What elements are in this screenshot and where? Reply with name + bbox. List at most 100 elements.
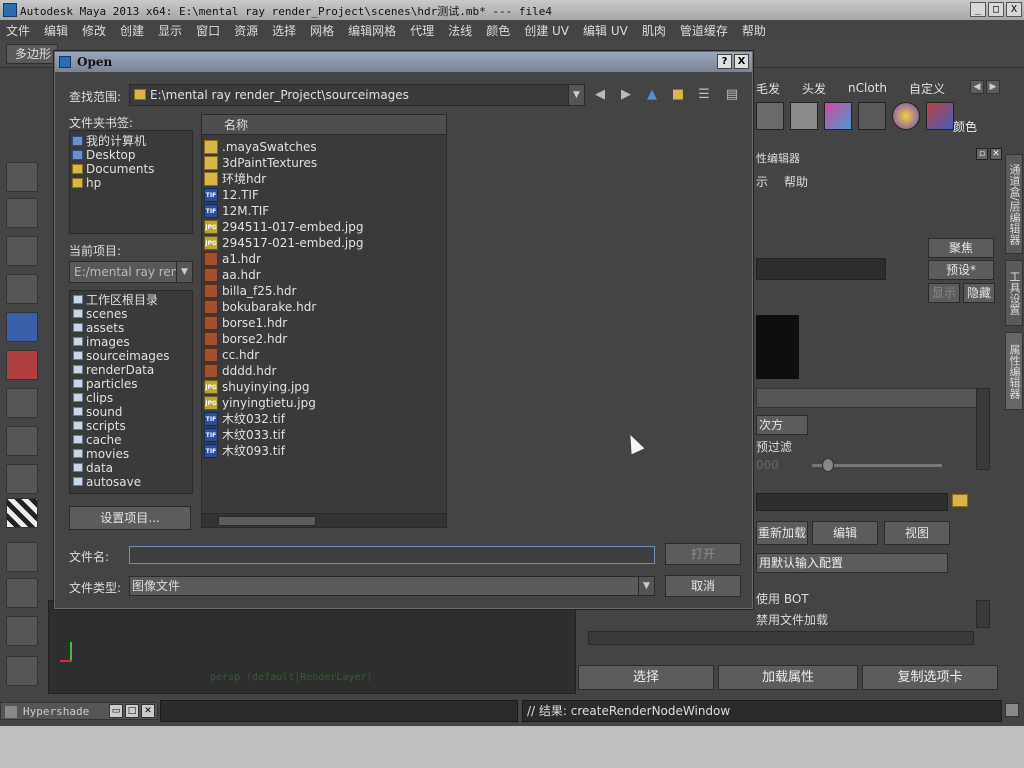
project-dir-item[interactable]: movies [72,447,129,461]
menu-edit[interactable]: 编辑 [44,22,68,39]
lasso-tool-icon[interactable] [6,198,38,228]
filter-slider-thumb[interactable] [822,458,834,472]
chevron-down-icon[interactable]: ▼ [568,85,584,105]
single-view-layout-icon[interactable] [6,542,38,572]
project-dir-item[interactable]: clips [72,391,113,405]
attribute-hscrollbar[interactable] [588,631,974,645]
color-profile-select[interactable]: 用默认输入配置 [756,553,948,573]
file-list-hscrollbar[interactable] [202,513,446,527]
file-row[interactable]: bokubarake.hdr [204,299,316,315]
four-view-layout-icon[interactable] [6,578,38,608]
project-dir-item[interactable]: images [72,335,130,349]
maximize-button[interactable]: □ [988,2,1004,17]
filter-type-select[interactable]: 次方 [756,415,808,435]
file-row[interactable]: 环境hdr [204,171,266,187]
menu-modify[interactable]: 修改 [82,22,106,39]
tab-channel-box[interactable]: 通道盒/层编辑器 [1005,154,1023,254]
hypershade-restore-icon[interactable]: ▭ [109,704,123,718]
shelf-render-delete-icon[interactable] [858,102,886,130]
hypershade-minimized-window[interactable]: Hypershade ▭ □ ✕ [0,702,158,720]
paint-select-tool-icon[interactable] [6,236,38,266]
dialog-close-button[interactable]: X [734,54,749,69]
file-row[interactable]: borse1.hdr [204,315,287,331]
shelf-shader-icon[interactable] [824,102,852,130]
project-dir-item[interactable]: scripts [72,419,126,433]
menu-select[interactable]: 选择 [272,22,296,39]
bookmark-desktop[interactable]: Desktop [72,148,136,162]
tab-attribute-editor[interactable]: 属性编辑器 [1005,332,1023,410]
scale-tool-icon[interactable] [6,350,38,380]
project-dir-item[interactable]: particles [72,377,138,391]
project-dir-item[interactable]: autosave [72,475,141,489]
bookmark-hp[interactable]: hp [72,176,101,190]
menu-edit-mesh[interactable]: 编辑网格 [348,22,396,39]
copy-tab-button[interactable]: 复制选项卡 [862,665,998,690]
disable-file-load-label[interactable]: 禁用文件加载 [756,611,828,628]
load-attributes-button[interactable]: 加载属性 [718,665,858,690]
project-dir-item[interactable]: 工作区根目录 [72,293,158,307]
file-row[interactable]: TIF 12M.TIF [204,203,269,219]
hide-button[interactable]: 隐藏 [963,283,995,303]
project-dir-item[interactable]: cache [72,433,122,447]
show-manipulator-icon[interactable] [6,464,38,494]
file-type-select[interactable]: 图像文件 ▼ [129,576,655,596]
use-bot-label[interactable]: 使用 BOT [756,590,809,607]
menu-pipeline-cache[interactable]: 管道缓存 [680,22,728,39]
file-name-input[interactable] [129,546,655,564]
menu-create[interactable]: 创建 [120,22,144,39]
minimize-button[interactable]: _ [970,2,986,17]
scrollbar-thumb[interactable] [218,516,316,526]
menu-mesh[interactable]: 网格 [310,22,334,39]
dialog-title-bar[interactable]: Open ? X [55,52,752,72]
file-row[interactable]: JPG 294511-017-embed.jpg [204,219,363,235]
menu-assets[interactable]: 资源 [234,22,258,39]
list-view-icon[interactable]: ☰ [695,86,713,104]
attribute-vscrollbar-lower[interactable] [976,600,990,628]
detail-view-icon[interactable]: ▤ [723,86,741,104]
dialog-help-button[interactable]: ? [717,54,732,69]
menu-window[interactable]: 窗口 [196,22,220,39]
presets-button[interactable]: 预设* [928,260,994,280]
attribute-vscrollbar[interactable] [976,388,990,470]
reload-button[interactable]: 重新加载 [756,521,808,545]
shelf-checklist-icon[interactable] [790,102,818,130]
chevron-down-icon[interactable]: ▼ [638,577,654,595]
forward-arrow-icon[interactable]: ▶ [617,86,635,104]
project-dir-item[interactable]: assets [72,321,124,335]
file-row[interactable]: dddd.hdr [204,363,276,379]
universal-manipulator-icon[interactable] [6,388,38,418]
soft-mod-tool-icon[interactable] [6,426,38,456]
menu-proxy[interactable]: 代理 [410,22,434,39]
shelf-tab-hair[interactable]: 头发 [802,80,826,97]
select-button[interactable]: 选择 [578,665,714,690]
move-tool-icon[interactable] [6,274,38,304]
back-arrow-icon[interactable]: ◀ [591,86,609,104]
command-input[interactable] [160,700,518,722]
attr-menu-help[interactable]: 帮助 [784,173,808,190]
parent-directory-icon[interactable]: ▲ [643,86,661,104]
view-button[interactable]: 视图 [884,521,950,545]
file-row[interactable]: TIF 木纹032.tif [204,411,285,427]
shelf-sphere-icon[interactable] [892,102,920,130]
bookmark-documents[interactable]: Documents [72,162,154,176]
attr-close-icon[interactable]: ✕ [990,148,1002,160]
hypershade-close-icon[interactable]: ✕ [141,704,155,718]
show-button[interactable]: 显示 [928,283,960,303]
menu-normals[interactable]: 法线 [448,22,472,39]
shelf-tab-ncloth[interactable]: nCloth [848,81,887,95]
new-folder-icon[interactable]: ■ [669,86,687,104]
menu-color[interactable]: 颜色 [486,22,510,39]
menu-muscle[interactable]: 肌肉 [642,22,666,39]
select-tool-icon[interactable] [6,162,38,192]
rotate-tool-icon[interactable] [6,312,38,342]
edit-button[interactable]: 编辑 [812,521,878,545]
project-dir-item[interactable]: renderData [72,363,154,377]
image-path-field[interactable] [756,493,948,511]
file-row[interactable]: aa.hdr [204,267,261,283]
attr-menu-show[interactable]: 示 [756,173,768,190]
shelf-paint-icon[interactable] [926,102,954,130]
file-row[interactable]: a1.hdr [204,251,261,267]
attribute-section-header[interactable] [756,388,978,408]
shelf-clapboard-icon[interactable] [756,102,784,130]
node-name-field[interactable] [756,258,886,280]
